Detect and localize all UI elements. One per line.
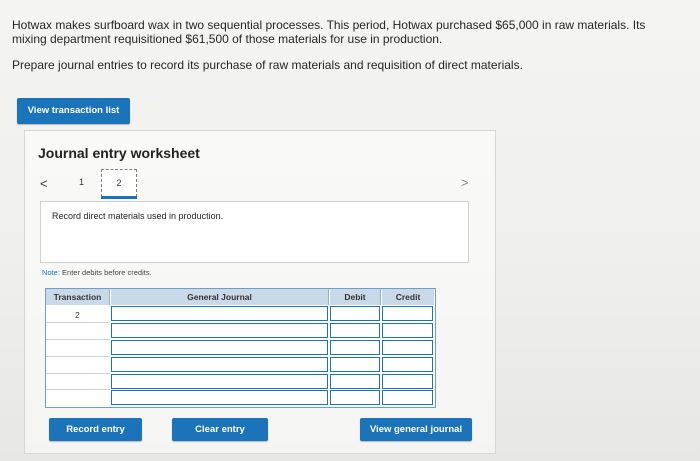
debit-input[interactable] (330, 357, 380, 372)
debit-input[interactable] (330, 340, 380, 355)
general-journal-input[interactable] (111, 390, 328, 405)
debit-input[interactable] (330, 374, 380, 389)
view-transaction-list-button[interactable]: View transaction list (17, 98, 130, 124)
column-header-credit: Credit (382, 289, 434, 305)
chevron-left-icon[interactable]: < (40, 176, 48, 191)
view-general-journal-button[interactable]: View general journal (360, 418, 472, 441)
column-header-debit: Debit (330, 289, 381, 305)
general-journal-input[interactable] (111, 357, 328, 372)
debit-input[interactable] (330, 323, 380, 338)
general-journal-input[interactable] (111, 340, 328, 355)
note: Note: Enter debits before credits. (42, 268, 152, 277)
transaction-number: 2 (75, 310, 80, 320)
column-header-transaction: Transaction (46, 289, 110, 305)
column-header-general-journal: General Journal (111, 289, 329, 305)
problem-statement: Hotwax makes surfboard wax in two sequen… (12, 18, 682, 72)
page-tab-2[interactable]: 2 (101, 169, 137, 197)
debit-input[interactable] (330, 306, 380, 321)
note-text: Enter debits before credits. (62, 268, 152, 277)
row-divider (46, 322, 110, 323)
credit-input[interactable] (382, 306, 433, 321)
credit-input[interactable] (382, 340, 433, 355)
credit-input[interactable] (382, 323, 433, 338)
row-divider (46, 356, 110, 357)
problem-paragraph-1: Hotwax makes surfboard wax in two sequen… (12, 18, 646, 46)
problem-paragraph-2: Prepare journal entries to record its pu… (12, 58, 523, 72)
note-label: Note: (42, 268, 60, 277)
general-journal-input[interactable] (111, 374, 328, 389)
general-journal-input[interactable] (111, 323, 328, 338)
debit-input[interactable] (330, 390, 380, 405)
record-entry-button[interactable]: Record entry (49, 418, 142, 441)
general-journal-input[interactable] (111, 306, 328, 321)
credit-input[interactable] (382, 390, 433, 405)
selected-page-indicator (101, 196, 137, 199)
page-tab-1[interactable]: 1 (79, 177, 84, 187)
credit-input[interactable] (382, 374, 433, 389)
credit-input[interactable] (382, 357, 433, 372)
row-divider (46, 373, 110, 374)
worksheet-title: Journal entry worksheet (38, 145, 200, 161)
row-divider (46, 339, 110, 340)
row-divider (46, 389, 110, 390)
transaction-description: Record direct materials used in producti… (52, 211, 224, 221)
chevron-right-icon[interactable]: > (461, 175, 469, 190)
clear-entry-button[interactable]: Clear entry (172, 418, 268, 441)
